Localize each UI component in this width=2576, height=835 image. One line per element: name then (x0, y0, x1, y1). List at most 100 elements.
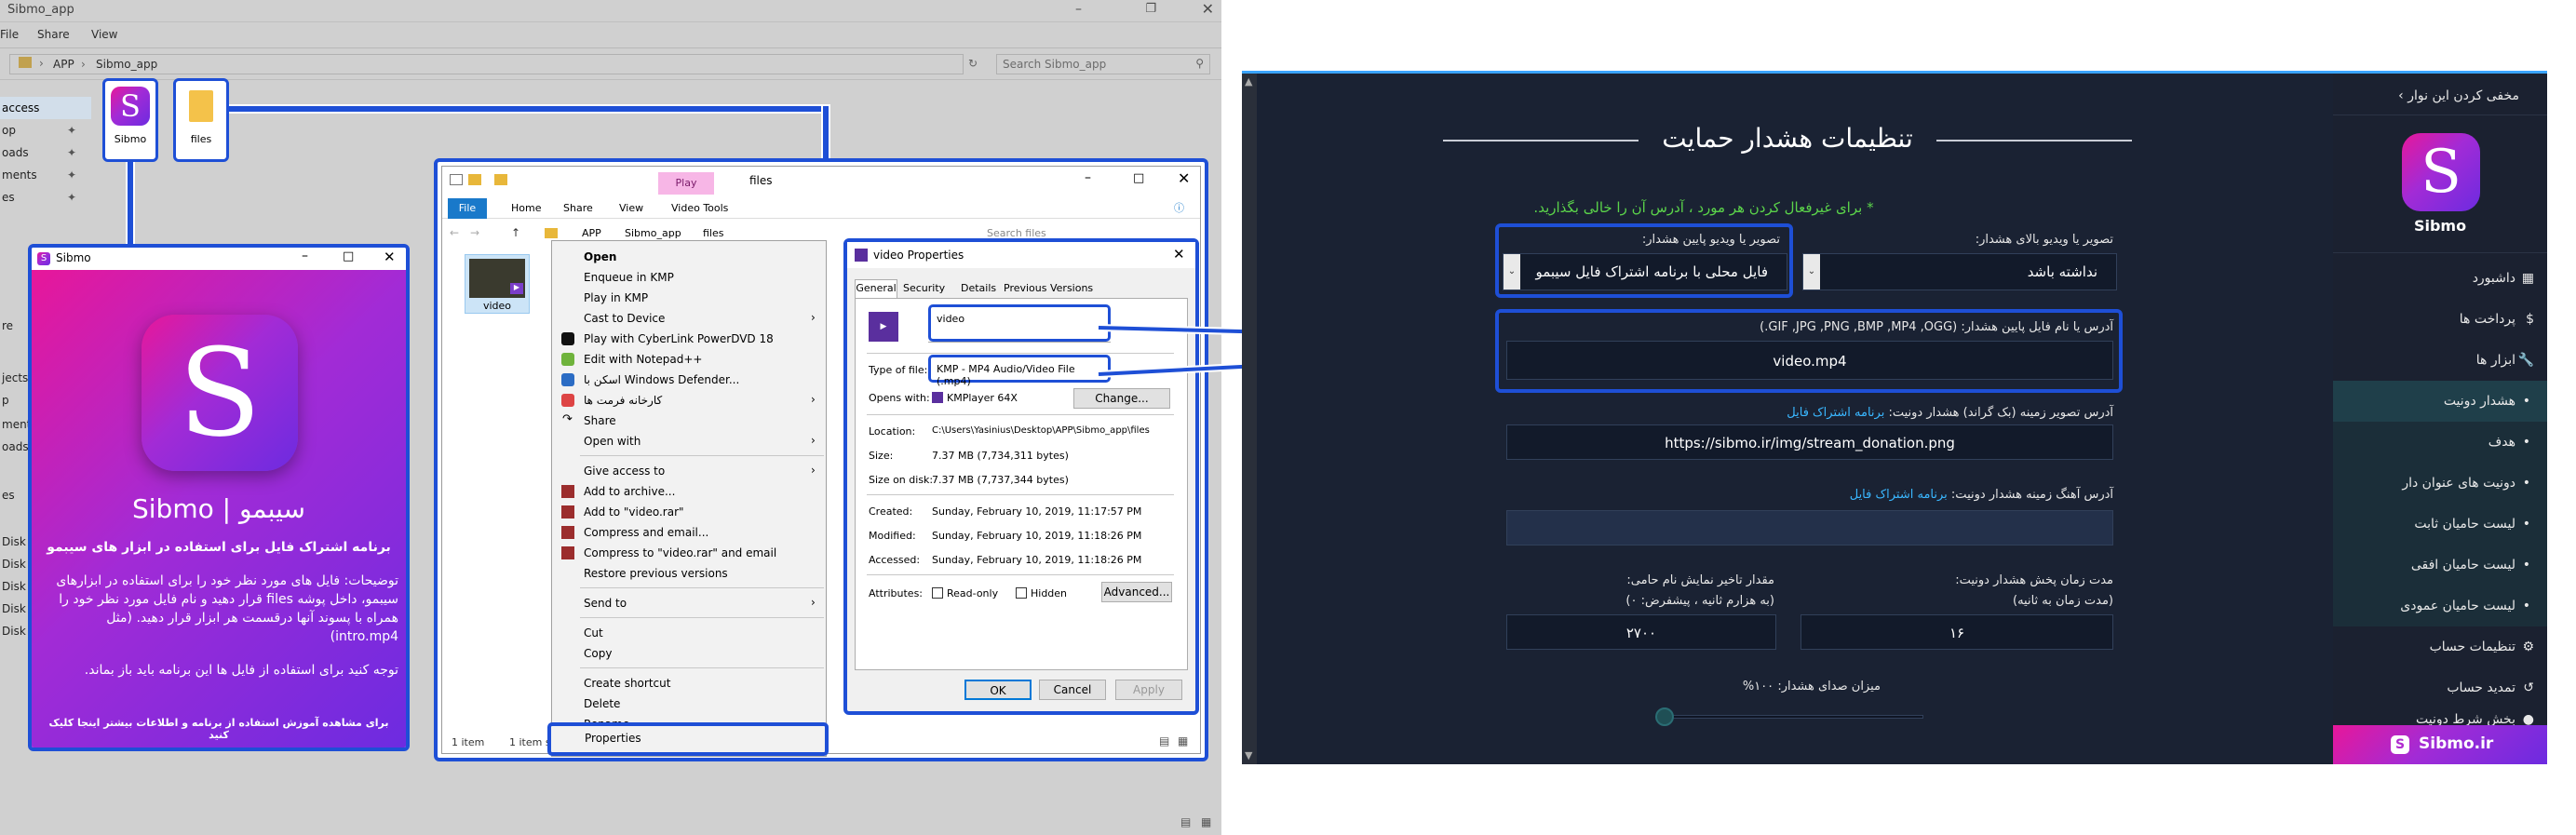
details-view-icon[interactable]: ▤ (1159, 734, 1169, 747)
menu-item-format-factory[interactable]: کارخانه فرمت ها (552, 390, 828, 411)
bottom-media-select[interactable]: فایل محلی با برنامه اشتراک فایل سیبمو ⌄ (1503, 253, 1787, 290)
large-icons-view-icon[interactable]: ▦ (1201, 815, 1211, 828)
menu-item-compress-email[interactable]: Compress and email... (552, 522, 828, 543)
scroll-down-icon[interactable]: ▼ (1245, 749, 1252, 761)
menu-item-send-to[interactable]: Send to (552, 593, 828, 613)
menu-item-add-rar[interactable]: Add to "video.rar" (552, 502, 828, 522)
nav-item[interactable]: op ✦ (0, 119, 91, 141)
close-icon[interactable]: ✕ (384, 249, 396, 265)
name-field-highlight[interactable]: video (928, 304, 1111, 342)
menu-item-enqueue-kmp[interactable]: Enqueue in KMP (552, 267, 828, 288)
breadcrumb-sibmo-app[interactable]: Sibmo_app (625, 227, 681, 239)
menu-item-create-shortcut[interactable]: Create shortcut (552, 673, 828, 694)
menu-item-properties[interactable]: Properties (585, 732, 641, 745)
music-link[interactable]: برنامه اشتراک فایل (1850, 488, 1948, 502)
readonly-checkbox[interactable] (932, 587, 943, 599)
sidebar-item-tools[interactable]: ابزار ها 🔧 (2333, 340, 2547, 381)
tab-home[interactable]: Home (511, 202, 541, 214)
menu-item-copy[interactable]: Copy (552, 643, 828, 664)
change-button[interactable]: Change... (1073, 388, 1170, 409)
sidebar-item-donation-alert[interactable]: هشدار دونیت • (2333, 381, 2547, 422)
tab-video-tools[interactable]: Video Tools (671, 202, 728, 214)
sidebar-item-renew[interactable]: تمدید حساب ↺ (2333, 667, 2547, 708)
file-input[interactable]: video.mp4 (1506, 341, 2113, 380)
menu-item-give-access[interactable]: Give access to (552, 461, 828, 481)
delay-input[interactable]: ۲۷۰۰ (1506, 614, 1776, 650)
menu-item-defender[interactable]: اسکن با Windows Defender... (552, 370, 828, 390)
sidebar-footer[interactable]: S Sibmo.ir (2333, 725, 2547, 764)
cancel-button[interactable]: Cancel (1039, 680, 1106, 700)
scrollbar[interactable]: ▲ ▼ (1242, 74, 1257, 764)
bg-link[interactable]: برنامه اشتراک فایل (1787, 406, 1884, 420)
close-icon[interactable]: ✕ (1173, 246, 1185, 263)
menu-item-open-with[interactable]: Open with (552, 431, 828, 451)
volume-slider-track[interactable] (1663, 715, 1923, 719)
breadcrumb-app[interactable]: APP (582, 227, 601, 239)
play-contextual-tab[interactable]: Play (658, 172, 714, 195)
music-input[interactable] (1506, 510, 2113, 545)
sidebar-item-horizontal-supporters[interactable]: لیست حامیان افقی • (2333, 545, 2547, 586)
scroll-up-icon[interactable]: ▲ (1245, 75, 1252, 88)
volume-slider-thumb[interactable] (1655, 707, 1674, 726)
bg-label-row: آدرس تصویر زمینه (بک گراند) هشدار دونیت:… (1508, 406, 2113, 420)
tab-view[interactable]: View (619, 202, 643, 214)
nav-item[interactable]: oads ✦ (0, 141, 91, 164)
sidebar-item-vertical-supporters[interactable]: لیست حامیان عمودی • (2333, 586, 2547, 626)
back-icon[interactable]: ← (450, 226, 459, 239)
tab-security[interactable]: Security (903, 282, 945, 294)
forward-icon[interactable]: → (470, 226, 479, 239)
menu-item-add-archive[interactable]: Add to archive... (552, 481, 828, 502)
menu-item-cast[interactable]: Cast to Device (552, 308, 828, 329)
files-folder-icon[interactable]: files (173, 78, 229, 162)
tab-previous-versions[interactable]: Previous Versions (1004, 282, 1093, 294)
sidebar-item-goal[interactable]: هدف • (2333, 422, 2547, 463)
sidebar-item-titled-donations[interactable]: دونیت های عنوان دار • (2333, 463, 2547, 504)
ok-button[interactable]: OK (964, 680, 1032, 700)
details-view-icon[interactable]: ▤ (1180, 815, 1191, 828)
breadcrumb-files[interactable]: files (703, 227, 723, 239)
hidden-checkbox[interactable] (1016, 587, 1027, 599)
sidebar-item-dashboard[interactable]: داشبورد ▦ (2333, 258, 2547, 299)
file-name-input[interactable]: video (937, 313, 964, 325)
menu-item-play-kmp[interactable]: Play in KMP (552, 288, 828, 308)
top-media-select[interactable]: نداشته باشد ⌄ (1802, 253, 2117, 290)
apply-button[interactable]: Apply (1115, 680, 1182, 700)
menu-item-delete[interactable]: Delete (552, 694, 828, 714)
type-label: Type of file: (869, 364, 928, 376)
nav-item-quick-access[interactable]: access (0, 97, 91, 119)
tab-details[interactable]: Details (961, 282, 996, 294)
sidebar-item-fixed-supporters[interactable]: لیست حامیان ثابت • (2333, 504, 2547, 545)
divider (2333, 252, 2547, 253)
sidebar-item-account-settings[interactable]: تنظیمات حساب ⚙ (2333, 626, 2547, 667)
minimize-icon[interactable]: – (302, 249, 308, 263)
sibmo-app-icon[interactable]: S Sibmo (102, 78, 158, 162)
menu-item-cut[interactable]: Cut (552, 623, 828, 643)
menu-item-notepadpp[interactable]: Edit with Notepad++ (552, 349, 828, 370)
tab-general[interactable]: General (855, 279, 897, 298)
minimize-icon[interactable]: – (1085, 170, 1091, 185)
duration-label: مدت زمان پخش هشدار دونیت: (1955, 573, 2113, 587)
bg-input[interactable]: https://sibmo.ir/img/stream_donation.png (1506, 424, 2113, 460)
menu-item-open[interactable]: Open (552, 247, 828, 267)
menu-item-share[interactable]: Share (552, 411, 828, 431)
menu-item-compress-rar-email[interactable]: Compress to "video.rar" and email (552, 543, 828, 563)
menu-item-powerdvd[interactable]: Play with CyberLink PowerDVD 18 (552, 329, 828, 349)
tab-share[interactable]: Share (563, 202, 593, 214)
large-icons-view-icon[interactable]: ▦ (1178, 734, 1188, 747)
hide-sidebar-link[interactable]: مخفی کردن این نوار › (2333, 79, 2519, 113)
help-icon[interactable]: ⓘ (1174, 200, 1184, 215)
up-icon[interactable]: ↑ (511, 226, 520, 239)
maximize-icon[interactable]: □ (1133, 171, 1144, 185)
duration-input[interactable]: ۱۶ (1801, 614, 2113, 650)
sidebar-item-payments[interactable]: پرداخت ها $ (2333, 299, 2547, 340)
menu-item-restore[interactable]: Restore previous versions (552, 563, 828, 584)
maximize-icon[interactable]: □ (343, 249, 354, 263)
nav-item[interactable]: es ✦ (0, 186, 91, 209)
tab-file[interactable]: File (448, 198, 487, 219)
close-icon[interactable]: ✕ (1178, 169, 1190, 187)
menu-item-properties-highlight[interactable]: Properties (547, 722, 829, 756)
help-link[interactable]: برای مشاهده آموزش استفاده از برنامه و اط… (39, 717, 398, 741)
advanced-button[interactable]: Advanced... (1101, 582, 1172, 602)
video-file-tile[interactable]: ▶ video (465, 254, 530, 314)
nav-item[interactable]: ments ✦ (0, 164, 91, 186)
